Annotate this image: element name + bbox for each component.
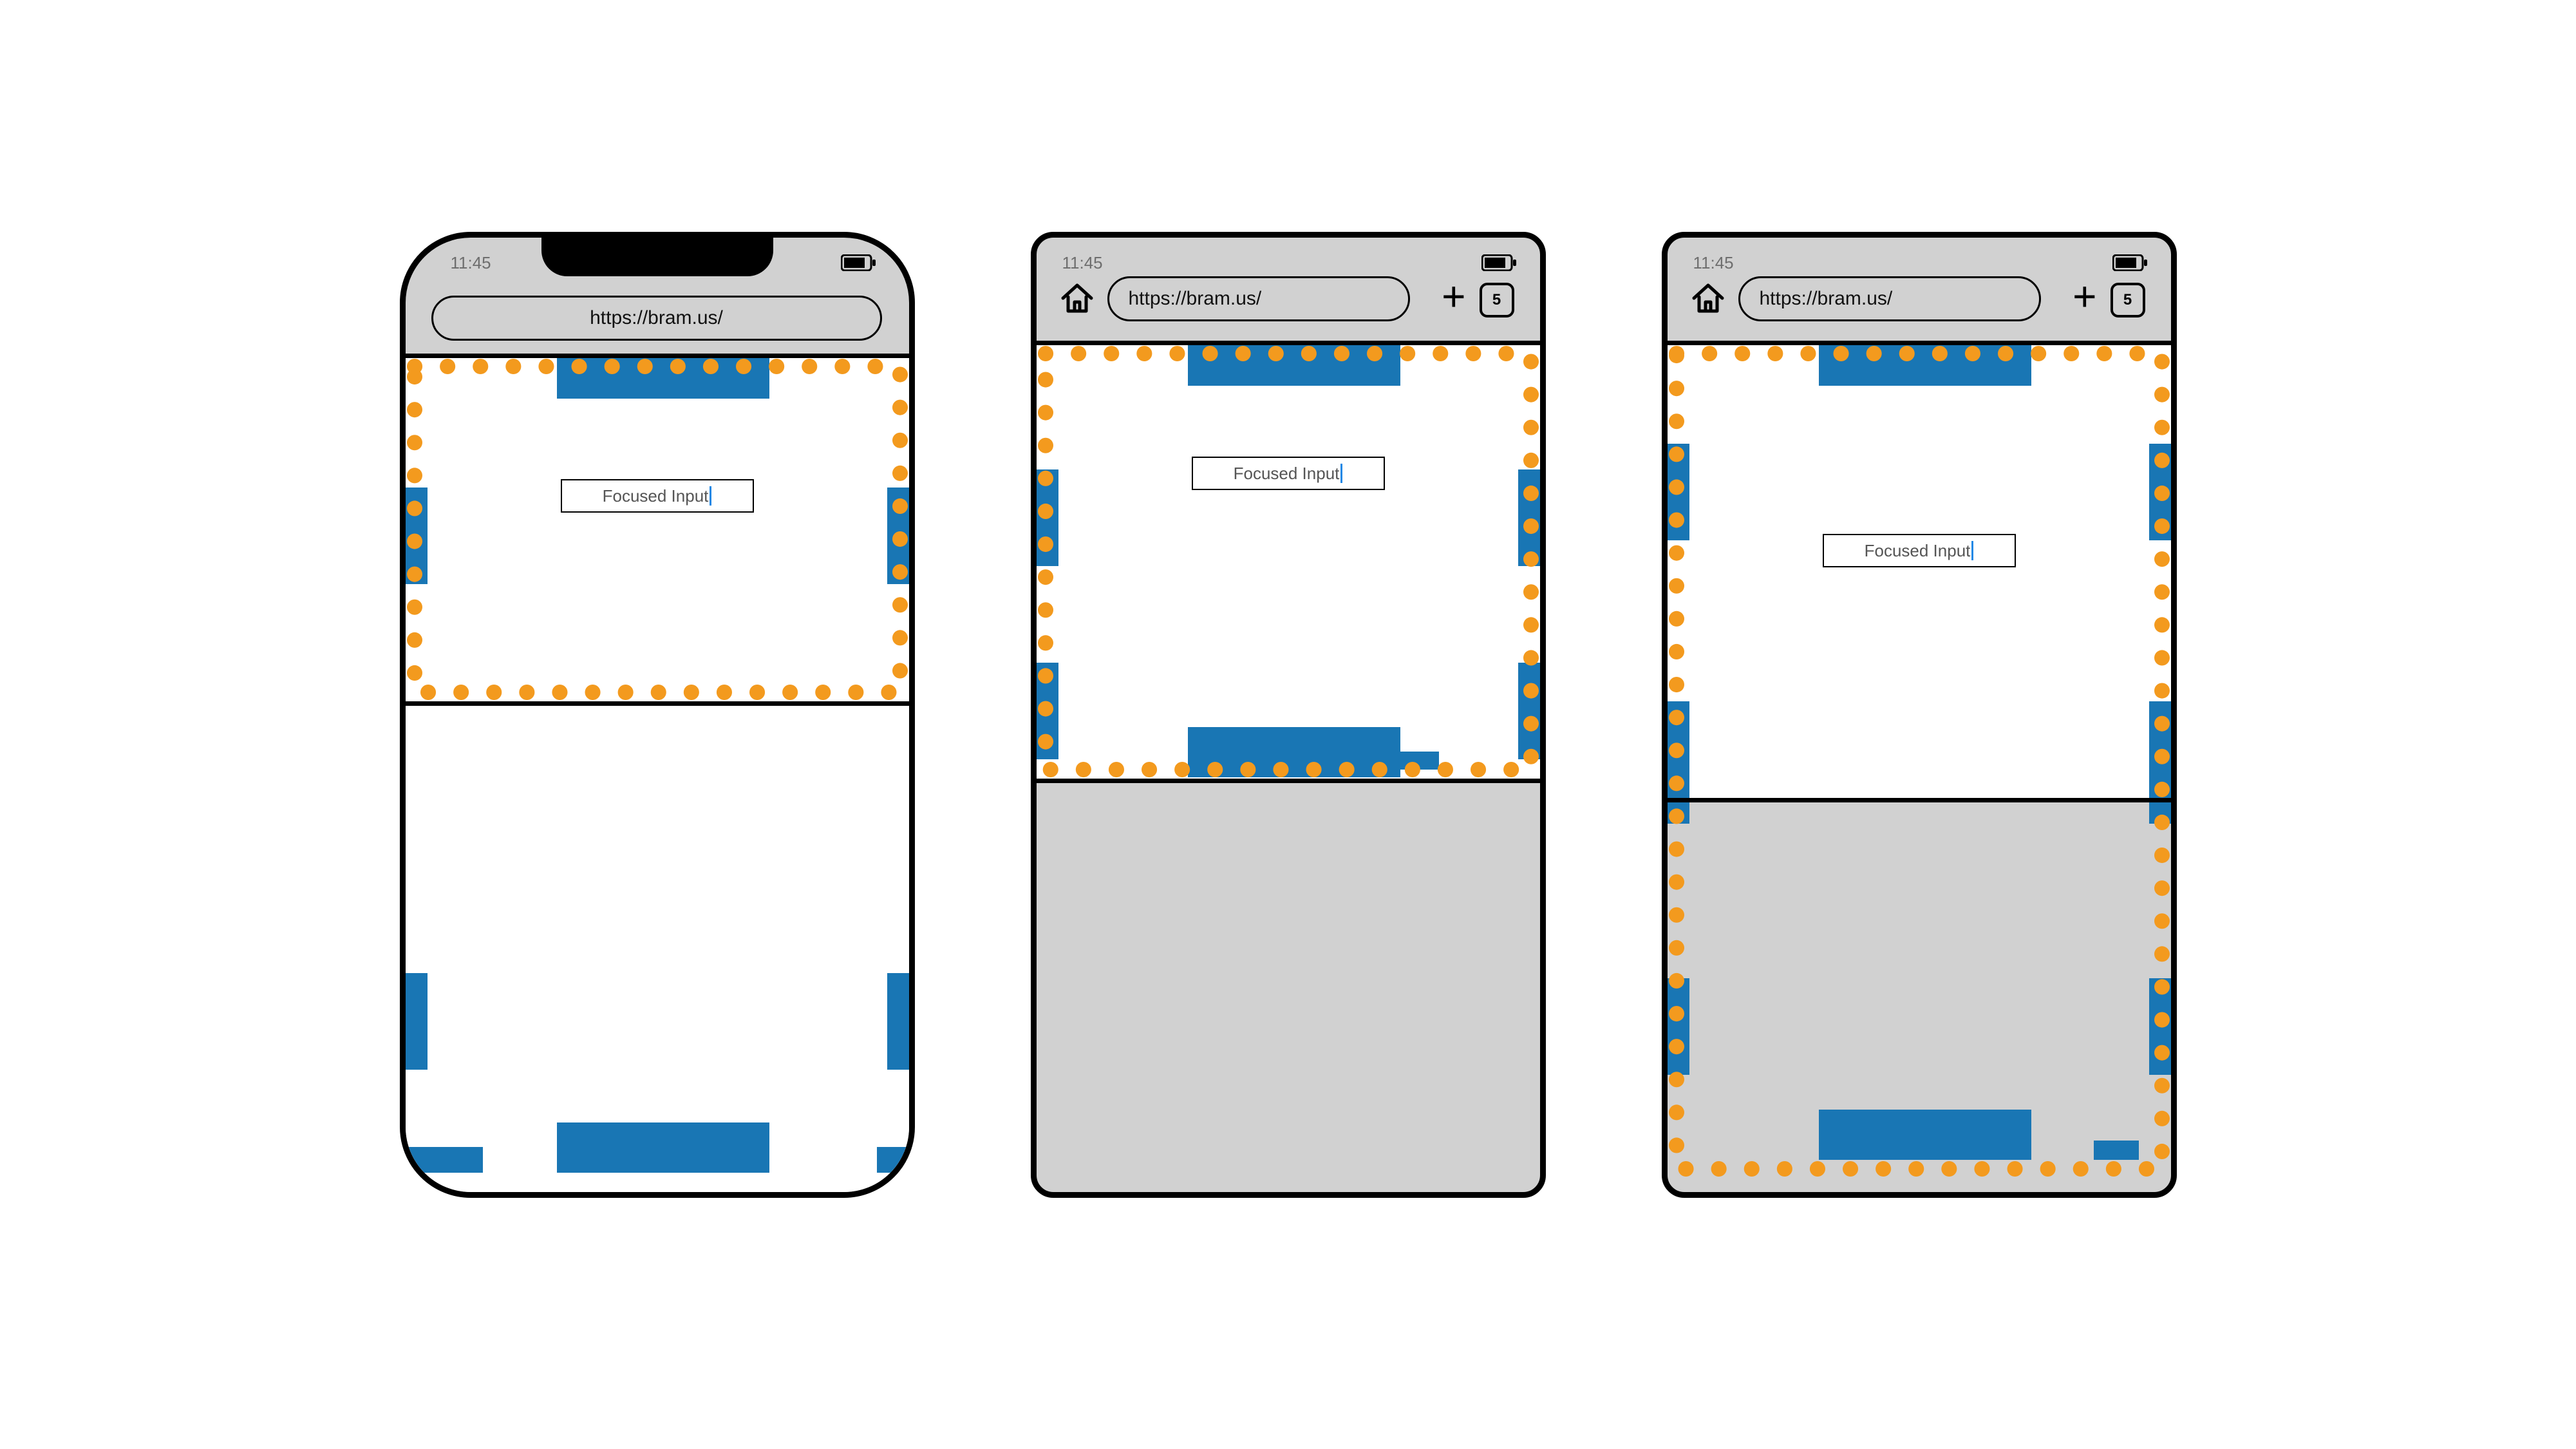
fixed-bottom-bar [1819, 1110, 2031, 1160]
page-content [1037, 345, 1540, 779]
tabs-button[interactable]: 5 [2111, 283, 2145, 317]
battery-icon [841, 254, 877, 274]
tab-count: 5 [1492, 291, 1501, 309]
fixed-right-bar [887, 488, 909, 584]
fixed-right-bar-lower [887, 973, 909, 1070]
fixed-right-bar [2149, 444, 2171, 540]
phone-ios: 11:45 https://bram.us/ [400, 232, 915, 1198]
fixed-left-bar [406, 488, 428, 584]
fixed-top-bar [1819, 345, 2031, 386]
fixed-right-bar-lower [2149, 978, 2171, 1075]
chrome-separator [406, 354, 909, 358]
phone-android-b: 11:45 https://bram.us/ + 5 [1662, 232, 2177, 1198]
input-value: Focused Input [1234, 464, 1340, 484]
focused-input[interactable]: Focused Input [561, 479, 754, 513]
tabs-button[interactable]: 5 [1480, 283, 1514, 317]
text-caret [1971, 541, 1973, 560]
focused-input[interactable]: Focused Input [1823, 534, 2016, 567]
fixed-left-bar-mid [1668, 701, 1689, 824]
fixed-top-bar [557, 357, 769, 399]
status-time: 11:45 [1693, 253, 1734, 273]
fixed-left-bar-lower [406, 973, 428, 1070]
home-icon[interactable] [1690, 280, 1726, 319]
browser-toolbar: https://bram.us/ + 5 [1668, 276, 2171, 334]
fixed-left-bar [1037, 469, 1058, 566]
input-value: Focused Input [1865, 541, 1971, 561]
fixed-left-bar [1668, 444, 1689, 540]
url-text: https://bram.us/ [1129, 288, 1262, 310]
browser-address-bar: https://bram.us/ [406, 296, 909, 347]
battery-icon [2112, 254, 2148, 274]
fixed-left-bar-lower [1037, 663, 1058, 759]
battery-icon [1481, 254, 1518, 274]
fixed-left-bar-lower [1668, 978, 1689, 1075]
fixed-right-bar-mid [2149, 701, 2171, 824]
fixed-right-bar-lower [1518, 663, 1540, 759]
url-text: https://bram.us/ [1760, 288, 1893, 310]
status-time: 11:45 [451, 253, 491, 273]
fixed-top-bar [1188, 345, 1400, 386]
fixed-bottom-bar [1188, 727, 1400, 777]
focused-input[interactable]: Focused Input [1192, 457, 1385, 490]
text-caret [1340, 464, 1342, 483]
phone-android-a: 11:45 https://bram.us/ + 5 [1031, 232, 1546, 1198]
tab-count: 5 [2123, 291, 2132, 309]
keyboard-separator [1668, 798, 2171, 802]
url-field[interactable]: https://bram.us/ [1107, 276, 1410, 321]
home-icon[interactable] [1059, 280, 1095, 319]
input-value: Focused Input [603, 486, 709, 506]
url-field[interactable]: https://bram.us/ [431, 296, 882, 341]
page-content [1668, 345, 2171, 798]
url-field[interactable]: https://bram.us/ [1738, 276, 2041, 321]
status-time: 11:45 [1062, 253, 1103, 273]
fixed-right-bar [1518, 469, 1540, 566]
fixed-bottom-bar [557, 1122, 769, 1173]
keyboard-separator [406, 701, 909, 706]
browser-toolbar: https://bram.us/ + 5 [1037, 276, 1540, 334]
chrome-separator [1037, 341, 1540, 345]
fixed-bottom-left-stub [406, 1147, 483, 1173]
chrome-separator [1668, 341, 2171, 345]
new-tab-icon[interactable]: + [1442, 274, 1465, 319]
diagram-stage: 11:45 https://bram.us/ [0, 232, 2576, 1198]
url-text: https://bram.us/ [590, 307, 723, 329]
new-tab-icon[interactable]: + [2073, 274, 2096, 319]
keyboard-separator [1037, 779, 1540, 783]
text-caret [710, 486, 711, 506]
fixed-bottom-right-stub [1400, 752, 1439, 770]
ios-notch [541, 236, 773, 276]
fixed-bottom-right-stub [2094, 1141, 2139, 1160]
fixed-bottom-right-stub [877, 1147, 909, 1173]
